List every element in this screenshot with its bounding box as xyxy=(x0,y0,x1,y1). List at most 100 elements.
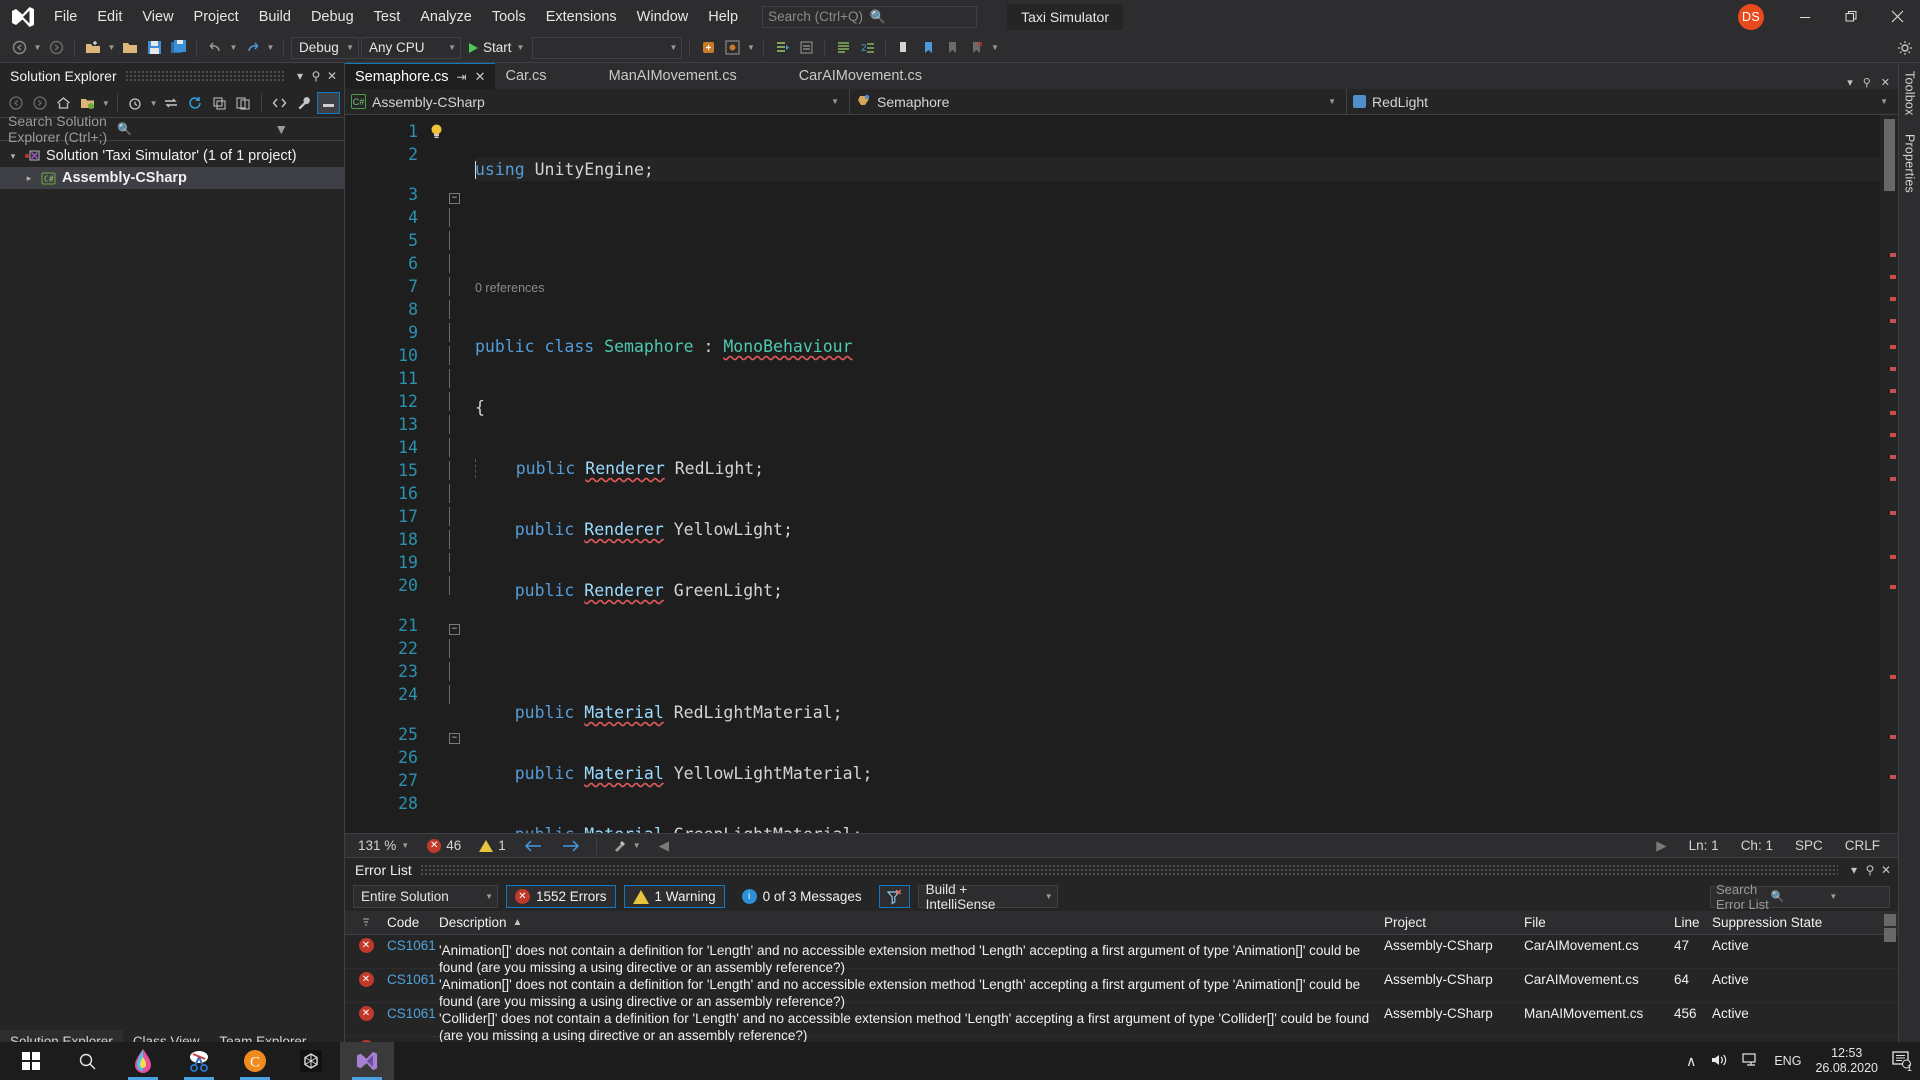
properties-wrench-icon[interactable] xyxy=(293,92,316,114)
menu-edit[interactable]: Edit xyxy=(87,5,132,29)
error-marker[interactable] xyxy=(1890,585,1896,589)
taskbar-paint-net-icon[interactable] xyxy=(116,1042,170,1080)
new-project-caret-icon[interactable]: ▼ xyxy=(106,43,117,52)
panel-pin-icon[interactable]: ⚲ xyxy=(308,69,324,83)
nav-type-dropdown[interactable]: Semaphore ▼ xyxy=(850,89,1347,115)
table-row[interactable]: ✕ CS1061 'Animation[]' does not contain … xyxy=(345,935,1898,969)
toolbar-overflow-icon[interactable]: ▼ xyxy=(989,43,1000,52)
table-row[interactable]: ✕ CS1061 'Collider[]' does not contain a… xyxy=(345,1003,1898,1037)
scrollbar-thumb[interactable] xyxy=(1884,119,1895,191)
zoom-control[interactable]: 131 % ▼ xyxy=(351,838,416,853)
warnings-filter-button[interactable]: 1 Warning xyxy=(624,885,725,908)
search-caret-icon[interactable]: ▼ xyxy=(227,121,336,137)
next-bookmark-icon[interactable] xyxy=(941,37,963,59)
bookmark-icon[interactable] xyxy=(917,37,939,59)
tab-toolbox[interactable]: Toolbox xyxy=(1903,71,1917,116)
notification-center-icon[interactable]: 1 xyxy=(1892,1051,1912,1072)
col-file[interactable]: File xyxy=(1524,915,1674,930)
history-caret-icon[interactable]: ▼ xyxy=(148,99,159,108)
editor-vertical-scrollbar[interactable] xyxy=(1880,115,1898,833)
clock[interactable]: 12:53 26.08.2020 xyxy=(1815,1046,1878,1076)
errors-filter-button[interactable]: ✕ 1552 Errors xyxy=(506,885,616,908)
taskbar-c-app-icon[interactable]: C xyxy=(228,1042,282,1080)
taskbar-visual-studio-icon[interactable] xyxy=(340,1042,394,1080)
step-into-icon[interactable] xyxy=(771,37,793,59)
live-share-icon[interactable] xyxy=(697,37,719,59)
scroll-left-arrow[interactable]: ◀ xyxy=(652,838,676,854)
quick-info-icon[interactable]: 2 xyxy=(856,37,878,59)
error-marker[interactable] xyxy=(1890,455,1896,459)
panel-close-icon[interactable]: ✕ xyxy=(324,69,340,83)
error-marker[interactable] xyxy=(1890,389,1896,393)
tab-caraimovement-cs[interactable]: CarAIMovement.cs xyxy=(789,63,932,89)
solution-platform-combo[interactable]: Any CPU ▼ xyxy=(361,37,461,59)
home-icon[interactable] xyxy=(52,92,75,114)
tab-manaimovement-cs[interactable]: ManAIMovement.cs xyxy=(599,63,747,89)
quick-search-input[interactable]: Search (Ctrl+Q) 🔍 xyxy=(762,6,977,28)
list-members-icon[interactable] xyxy=(832,37,854,59)
close-icon[interactable]: ✕ xyxy=(475,69,486,85)
col-suppression-state[interactable]: Suppression State xyxy=(1712,915,1882,930)
fold-toggle-awake[interactable]: − xyxy=(449,614,475,637)
expander-collapse-icon[interactable]: ▾ xyxy=(6,151,20,162)
col-severity[interactable] xyxy=(345,917,387,929)
build-filter-combo[interactable]: Build + IntelliSense ▼ xyxy=(918,885,1058,908)
error-marker[interactable] xyxy=(1890,675,1896,679)
save-all-icon[interactable] xyxy=(167,37,189,59)
tab-properties[interactable]: Properties xyxy=(1903,134,1917,193)
view-code-icon[interactable] xyxy=(268,92,291,114)
back-dropdown-caret-icon[interactable]: ▼ xyxy=(32,43,43,52)
menu-test[interactable]: Test xyxy=(364,5,411,29)
col-line[interactable]: Line xyxy=(1674,915,1712,930)
messages-filter-button[interactable]: i 0 of 3 Messages xyxy=(733,885,871,908)
preview-changes-icon[interactable] xyxy=(721,37,743,59)
tree-node-solution[interactable]: ▾ Solution 'Taxi Simulator' (1 of 1 proj… xyxy=(0,145,344,167)
redo-icon[interactable] xyxy=(241,37,263,59)
nav-project-dropdown[interactable]: C# Assembly-CSharp ▼ xyxy=(345,89,850,115)
comment-block-icon[interactable] xyxy=(893,37,915,59)
analysis-scope-button[interactable]: ▼ xyxy=(606,839,648,853)
pending-history-icon[interactable] xyxy=(124,92,147,114)
solution-explorer-search-input[interactable]: Search Solution Explorer (Ctrl+;) 🔍 ▼ xyxy=(0,117,344,141)
col-code[interactable]: Code xyxy=(387,915,439,930)
menu-window[interactable]: Window xyxy=(627,5,699,29)
editor-warning-count[interactable]: 1 xyxy=(472,838,513,853)
error-marker[interactable] xyxy=(1890,433,1896,437)
nav-member-dropdown[interactable]: RedLight ▼ xyxy=(1347,89,1898,115)
avatar[interactable]: DS xyxy=(1738,4,1764,30)
preview-selected-items-icon[interactable] xyxy=(317,92,340,114)
spaces-indicator[interactable]: SPC xyxy=(1795,838,1823,854)
step-over-icon[interactable] xyxy=(795,37,817,59)
menu-analyze[interactable]: Analyze xyxy=(410,5,482,29)
tray-chevron-icon[interactable]: ∧ xyxy=(1686,1053,1696,1070)
forward-icon[interactable] xyxy=(28,92,51,114)
new-project-icon[interactable] xyxy=(82,37,104,59)
taskbar-snipping-tool-icon[interactable] xyxy=(172,1042,226,1080)
menu-project[interactable]: Project xyxy=(184,5,249,29)
eol-indicator[interactable]: CRLF xyxy=(1845,838,1880,854)
filter-caret-icon[interactable]: ▼ xyxy=(101,99,112,108)
lightbulb-icon[interactable] xyxy=(423,120,449,143)
code-text[interactable]: using UnityEngine; 0 references public c… xyxy=(475,115,1880,833)
scroll-right-arrow[interactable]: ▶ xyxy=(1656,838,1666,854)
taskbar-search-icon[interactable] xyxy=(60,1042,114,1080)
next-issue-button[interactable] xyxy=(554,839,587,853)
tab-list-caret-icon[interactable]: ▾ xyxy=(1847,76,1853,89)
solution-configuration-combo[interactable]: Debug ▼ xyxy=(291,37,359,59)
collapse-all-icon[interactable] xyxy=(208,92,231,114)
menu-build[interactable]: Build xyxy=(249,5,301,29)
error-marker[interactable] xyxy=(1890,735,1896,739)
error-marker[interactable] xyxy=(1890,253,1896,257)
col-project[interactable]: Project xyxy=(1384,915,1524,930)
close-button[interactable] xyxy=(1874,0,1920,33)
editor-close-icon[interactable]: ✕ xyxy=(1881,76,1890,89)
navigate-forward-icon[interactable] xyxy=(45,37,67,59)
codelens-references-class[interactable]: 0 references xyxy=(475,280,1880,297)
error-list-search-input[interactable]: Search Error List 🔍 ▼ xyxy=(1710,886,1890,908)
col-description[interactable]: Description ▲ xyxy=(439,914,1384,931)
redo-caret-icon[interactable]: ▼ xyxy=(265,43,276,52)
table-row[interactable]: ✕ CS1061 'Animation[]' does not contain … xyxy=(345,969,1898,1003)
error-marker[interactable] xyxy=(1890,477,1896,481)
tree-node-project[interactable]: ▸ C# Assembly-CSharp xyxy=(0,167,344,189)
start-button-icon[interactable] xyxy=(4,1042,58,1080)
